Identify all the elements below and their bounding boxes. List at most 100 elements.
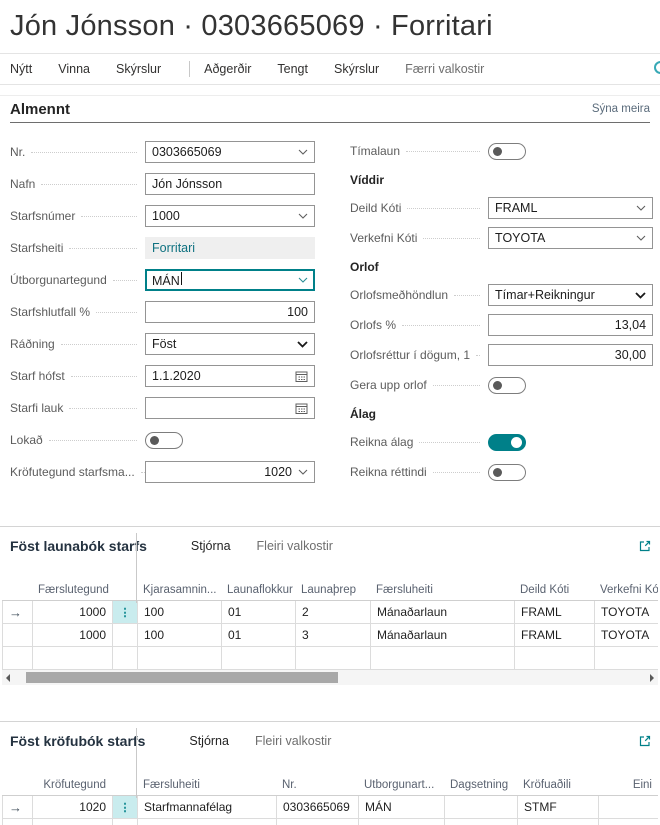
cell-launathrep[interactable]: 3 [296, 624, 371, 646]
timalaun-toggle[interactable] [488, 143, 526, 160]
krofubok-expand-icon[interactable] [638, 734, 652, 748]
menu-nytt[interactable]: Nýtt [10, 62, 32, 76]
menu-adgerdir[interactable]: Aðgerðir [204, 62, 251, 76]
cell-utborgunart[interactable]: MÁN [359, 796, 445, 818]
cell-verkefni-koti[interactable]: TOYOTA [595, 601, 658, 623]
starf-hofst-input[interactable]: 1.1.2020 [145, 365, 315, 387]
orlofsmedhondlun-select[interactable]: Tímar+Reikningur [488, 284, 653, 306]
cell-nr[interactable]: 0303665069 [277, 796, 359, 818]
chevron-down-icon[interactable] [298, 277, 308, 283]
fasttab-almennt-header[interactable]: Almennt Sýna meira [10, 96, 650, 123]
col-utborgunart[interactable]: Útborgunart... [358, 779, 444, 791]
col-launaflokkur[interactable]: Launaflokkur [221, 584, 295, 596]
table-row-empty[interactable] [2, 647, 658, 670]
menu-skyrslur-1[interactable]: Skýrslur [116, 62, 161, 76]
page-context-icon[interactable] [654, 61, 660, 74]
reikna-rettindi-toggle[interactable] [488, 464, 526, 481]
cell-faersluheiti[interactable]: Starfmannafélag [138, 796, 277, 818]
krofutegund-starfsm-input[interactable]: 1020 [145, 461, 315, 483]
utborgunartegund-input[interactable]: MÁN [145, 269, 315, 291]
chevron-down-icon[interactable] [636, 205, 646, 211]
krofubok-title[interactable]: Föst kröfubók starfs [10, 733, 145, 749]
cell-verkefni-koti[interactable]: TOYOTA [595, 624, 658, 646]
nr-input[interactable]: 0303665069 [145, 141, 315, 163]
horizontal-scrollbar[interactable] [2, 670, 658, 685]
chevron-down-icon[interactable] [298, 149, 308, 155]
row-options-icon[interactable]: ⋮ [113, 796, 137, 818]
cell-launaflokkur[interactable]: 01 [222, 601, 296, 623]
orlofs-pct-input[interactable]: 13,04 [488, 314, 653, 336]
menu-tengt[interactable]: Tengt [277, 62, 308, 76]
chevron-down-icon[interactable] [298, 213, 308, 219]
row-menu-cell[interactable]: ⋮ [113, 601, 138, 623]
col-launathrep[interactable]: Launaþrep [295, 584, 370, 596]
chevron-down-icon[interactable] [298, 469, 308, 475]
cell-kjarasamnin[interactable]: 100 [138, 624, 222, 646]
starfshlutfall-input[interactable]: 100 [145, 301, 315, 323]
gera-upp-orlof-toggle[interactable] [488, 377, 526, 394]
lokad-toggle[interactable] [145, 432, 183, 449]
table-row[interactable]: → 1020 ⋮ Starfmannafélag 0303665069 MÁN … [2, 796, 658, 819]
cell-faerslutegund[interactable]: 1000 [33, 601, 113, 623]
row-selector-cell[interactable]: → [3, 601, 33, 623]
menu-skyrslur-2[interactable]: Skýrslur [334, 62, 379, 76]
col-dagsetning[interactable]: Dagsetning [444, 779, 517, 791]
cell-krofuadili[interactable]: STMF [518, 796, 599, 818]
scroll-right-arrow-icon[interactable] [650, 674, 654, 682]
menu-more-options[interactable]: Færri valkostir [405, 62, 484, 76]
show-more-link[interactable]: Sýna meira [592, 103, 650, 115]
scroll-left-arrow-icon[interactable] [6, 674, 10, 682]
deild-koti-input[interactable]: FRAML [488, 197, 653, 219]
col-krofuadili[interactable]: Kröfuaðili [517, 779, 598, 791]
chevron-down-icon[interactable] [636, 235, 646, 241]
row-selector-cell[interactable] [3, 624, 33, 646]
cell-dagsetning[interactable] [445, 796, 518, 818]
cell-faerslutegund[interactable]: 1000 [33, 624, 113, 646]
krofubok-menu-more[interactable]: Fleiri valkostir [255, 734, 331, 748]
col-faersluheiti[interactable]: Færsluheiti [137, 779, 276, 791]
col-faersluheiti[interactable]: Færsluheiti [370, 584, 514, 596]
chevron-down-icon[interactable] [297, 341, 308, 348]
row-selector-cell[interactable]: → [3, 796, 33, 818]
starfi-lauk-input[interactable] [145, 397, 315, 419]
cell-launathrep[interactable]: 2 [296, 601, 371, 623]
page-title: Jón Jónsson · 0303665069 · Forritari [0, 0, 660, 53]
cell-deild-koti[interactable]: FRAML [515, 601, 595, 623]
radning-select[interactable]: Föst [145, 333, 315, 355]
launabok-title[interactable]: Föst launabók starfs [10, 538, 147, 554]
cell-krofutegund[interactable]: 1020 [33, 796, 113, 818]
starfsnumer-input[interactable]: 1000 [145, 205, 315, 227]
cell-launaflokkur[interactable]: 01 [222, 624, 296, 646]
cell-faersluheiti[interactable]: Mánaðarlaun [371, 601, 515, 623]
row-options-icon[interactable]: ⋮ [113, 601, 137, 623]
row-menu-cell[interactable]: ⋮ [113, 796, 138, 818]
verkefni-koti-input[interactable]: TOYOTA [488, 227, 653, 249]
nafn-input[interactable]: Jón Jónsson [145, 173, 315, 195]
krofubok-menu-stjorna[interactable]: Stjórna [189, 734, 229, 748]
table-row-empty[interactable] [2, 819, 658, 825]
cell-eining[interactable] [599, 796, 658, 818]
col-verkefni-koti[interactable]: Verkefni Kót [594, 584, 658, 596]
col-kjarasamnin[interactable]: Kjarasamnin... [137, 584, 221, 596]
scrollbar-thumb[interactable] [26, 672, 338, 683]
cell-faersluheiti[interactable]: Mánaðarlaun [371, 624, 515, 646]
col-deild-koti[interactable]: Deild Kóti [514, 584, 594, 596]
cell-kjarasamnin[interactable]: 100 [138, 601, 222, 623]
chevron-down-icon[interactable] [635, 292, 646, 299]
cell-deild-koti[interactable]: FRAML [515, 624, 595, 646]
table-row[interactable]: 1000 100 01 3 Mánaðarlaun FRAML TOYOTA [2, 624, 658, 647]
launabok-menu-more[interactable]: Fleiri valkostir [257, 539, 333, 553]
col-krofutegund[interactable]: Kröfutegund [32, 779, 112, 791]
col-faerslutegund[interactable]: Færslutegund [32, 584, 112, 596]
calendar-icon[interactable] [295, 370, 308, 383]
col-nr[interactable]: Nr. [276, 779, 358, 791]
col-eining[interactable]: Eini [598, 779, 658, 791]
table-row[interactable]: → 1000 ⋮ 100 01 2 Mánaðarlaun FRAML TOYO… [2, 601, 658, 624]
row-menu-cell[interactable] [113, 624, 138, 646]
launabok-expand-icon[interactable] [638, 539, 652, 553]
reikna-alag-toggle[interactable] [488, 434, 526, 451]
menu-vinna[interactable]: Vinna [58, 62, 90, 76]
calendar-icon[interactable] [295, 402, 308, 415]
launabok-menu-stjorna[interactable]: Stjórna [191, 539, 231, 553]
orlofsrettur-input[interactable]: 30,00 [488, 344, 653, 366]
